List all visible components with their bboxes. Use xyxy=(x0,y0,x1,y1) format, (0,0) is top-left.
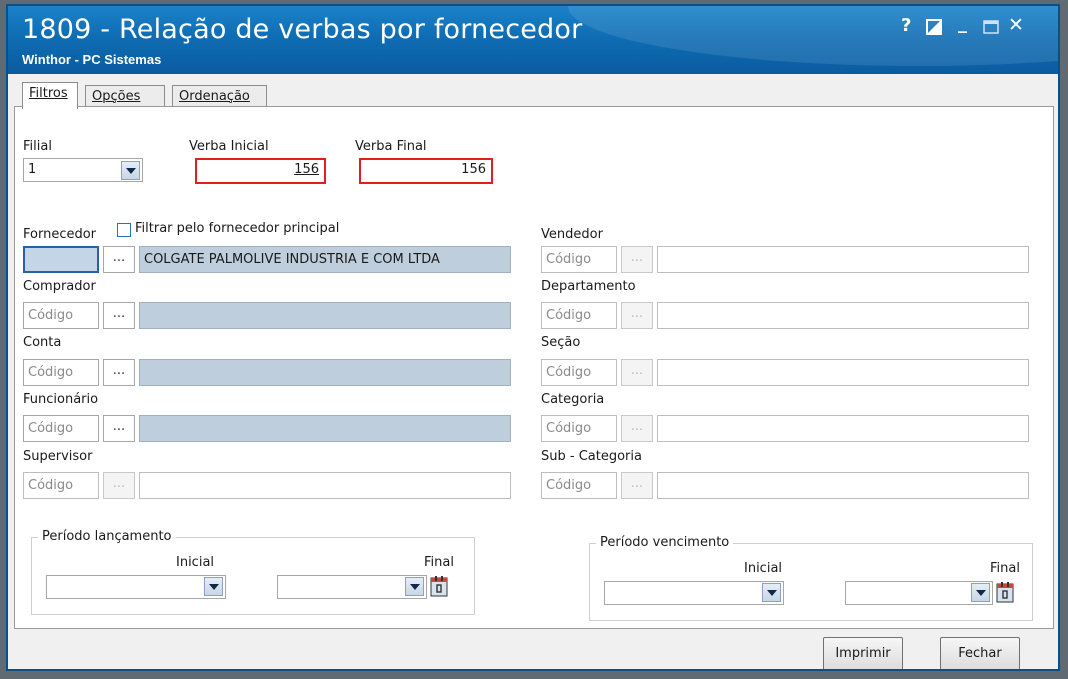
tab-ordenacao[interactable]: Ordenação xyxy=(172,85,267,107)
calendar-icon[interactable] xyxy=(429,575,449,597)
vencimento-final-dropdown-icon[interactable] xyxy=(971,583,990,602)
lancamento-inicial-label: Inicial xyxy=(176,555,215,570)
secao-code-input: Código xyxy=(541,359,617,386)
vendedor-search-button: ... xyxy=(621,246,653,273)
vencimento-inicial-date[interactable] xyxy=(604,581,784,605)
conta-name-field xyxy=(139,359,511,386)
categoria-code-input: Código xyxy=(541,415,617,442)
departamento-name-field xyxy=(657,302,1029,329)
lancamento-final-label: Final xyxy=(424,555,454,570)
funcionario-label: Funcionário xyxy=(23,392,99,407)
skin-toggle-icon[interactable] xyxy=(926,19,942,40)
maximize-icon[interactable] xyxy=(983,19,999,39)
window-title: 1809 - Relação de verbas por fornecedor xyxy=(22,14,583,45)
filial-label: Filial xyxy=(23,139,52,154)
vendedor-label: Vendedor xyxy=(541,227,603,242)
fornecedor-name-field: COLGATE PALMOLIVE INDUSTRIA E COM LTDA xyxy=(139,246,511,273)
application-window: 1809 - Relação de verbas por fornecedor … xyxy=(6,4,1060,671)
conta-code-input[interactable]: Código xyxy=(23,359,99,386)
fornecedor-search-button[interactable]: ... xyxy=(103,246,135,273)
verba-inicial-label: Verba Inicial xyxy=(189,139,269,154)
supervisor-label: Supervisor xyxy=(23,449,93,464)
window-subtitle: Winthor - PC Sistemas xyxy=(22,52,162,67)
fornecedor-label: Fornecedor xyxy=(23,227,97,242)
vencimento-final-label: Final xyxy=(990,561,1020,576)
periodo-lancamento-title: Período lançamento xyxy=(38,529,176,544)
departamento-search-button: ... xyxy=(621,302,653,329)
subcategoria-code-input: Código xyxy=(541,472,617,499)
fornecedor-code-input[interactable] xyxy=(23,246,99,273)
categoria-name-field xyxy=(657,415,1029,442)
filial-select[interactable]: 1 xyxy=(23,158,143,182)
secao-search-button: ... xyxy=(621,359,653,386)
vencimento-inicial-label: Inicial xyxy=(744,561,783,576)
vencimento-final-date[interactable] xyxy=(845,581,993,605)
secao-name-field xyxy=(657,359,1029,386)
verba-final-input[interactable]: 156 xyxy=(362,161,490,181)
minimize-icon[interactable]: _ xyxy=(958,14,967,34)
contrast-icon xyxy=(926,19,942,35)
lancamento-final-date[interactable] xyxy=(277,575,427,599)
maximize-square-icon xyxy=(983,20,999,34)
verba-final-label: Verba Final xyxy=(355,139,427,154)
subcategoria-search-button: ... xyxy=(621,472,653,499)
filial-value: 1 xyxy=(28,162,37,177)
filial-dropdown-icon[interactable] xyxy=(121,161,140,180)
filtros-panel: Filial 1 Verba Inicial 156 Verba Final 1… xyxy=(14,106,1054,629)
filtrar-fornecedor-principal-label: Filtrar pelo fornecedor principal xyxy=(135,221,340,236)
supervisor-code-input: Código xyxy=(23,472,99,499)
vendedor-name-field xyxy=(657,246,1029,273)
supervisor-name-field xyxy=(139,472,511,499)
funcionario-code-input[interactable]: Código xyxy=(23,415,99,442)
fechar-button[interactable]: Fechar xyxy=(940,637,1020,669)
departamento-label: Departamento xyxy=(541,279,636,294)
comprador-code-input[interactable]: Código xyxy=(23,302,99,329)
comprador-name-field xyxy=(139,302,511,329)
window-content: Filtros Opções Ordenação Filial 1 Verba … xyxy=(8,74,1058,669)
close-icon[interactable]: ✕ xyxy=(1008,15,1024,35)
categoria-label: Categoria xyxy=(541,392,605,407)
periodo-lancamento-group: Período lançamento Inicial Final xyxy=(31,529,475,615)
button-bar: Imprimir Fechar xyxy=(8,629,1058,669)
help-icon[interactable]: ? xyxy=(901,16,911,36)
lancamento-inicial-dropdown-icon[interactable] xyxy=(204,577,223,596)
secao-label: Seção xyxy=(541,335,581,350)
periodo-vencimento-group: Período vencimento Inicial Final xyxy=(589,535,1033,621)
subcategoria-label: Sub - Categoria xyxy=(541,449,642,464)
filtrar-fornecedor-principal-checkbox[interactable] xyxy=(117,223,131,237)
subcategoria-name-field xyxy=(657,472,1029,499)
conta-search-button[interactable]: ... xyxy=(103,359,135,386)
comprador-label: Comprador xyxy=(23,279,96,294)
tab-filtros[interactable]: Filtros xyxy=(22,82,78,109)
funcionario-name-field xyxy=(139,415,511,442)
imprimir-button[interactable]: Imprimir xyxy=(823,637,903,669)
tab-opcoes[interactable]: Opções xyxy=(85,85,165,107)
calendar-icon[interactable] xyxy=(995,581,1015,603)
categoria-search-button: ... xyxy=(621,415,653,442)
vencimento-inicial-dropdown-icon[interactable] xyxy=(762,583,781,602)
vendedor-code-input: Código xyxy=(541,246,617,273)
supervisor-search-button: ... xyxy=(103,472,135,499)
lancamento-final-dropdown-icon[interactable] xyxy=(405,577,424,596)
periodo-vencimento-title: Período vencimento xyxy=(596,535,734,550)
funcionario-search-button[interactable]: ... xyxy=(103,415,135,442)
title-bar[interactable]: 1809 - Relação de verbas por fornecedor … xyxy=(8,6,1058,74)
verba-inicial-input[interactable]: 156 xyxy=(198,161,323,181)
lancamento-inicial-date[interactable] xyxy=(46,575,226,599)
departamento-code-input: Código xyxy=(541,302,617,329)
comprador-search-button[interactable]: ... xyxy=(103,302,135,329)
conta-label: Conta xyxy=(23,335,62,350)
